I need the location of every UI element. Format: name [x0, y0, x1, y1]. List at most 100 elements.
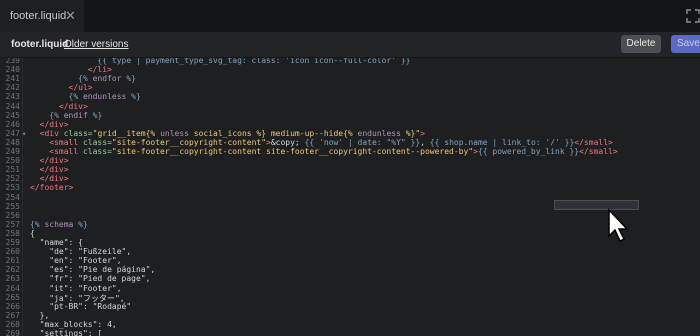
- code-line: "fr": "Pied de page",: [30, 274, 150, 283]
- code-token: class=: [63, 128, 93, 138]
- line-number: 260: [5, 247, 20, 257]
- line-number: 250: [5, 156, 20, 166]
- code-line: </footer>: [30, 183, 73, 192]
- tab-label: footer.liquid: [10, 10, 67, 22]
- line-number: 249: [5, 147, 20, 156]
- code-token: </small>: [579, 147, 618, 156]
- code-token: >: [420, 128, 425, 138]
- line-number: 244: [5, 101, 20, 111]
- code-token: </div>: [30, 156, 69, 166]
- code-token: "es": "Pie de página",: [30, 265, 156, 275]
- code-token: "it": "Footer",: [30, 283, 122, 293]
- code-line: </div>: [30, 156, 69, 165]
- code-line: "name": {: [30, 238, 83, 247]
- line-number: 248: [5, 137, 20, 147]
- code-token: {%: [30, 92, 83, 102]
- line-number: 259: [5, 238, 20, 247]
- code-token: %}: [87, 110, 103, 120]
- code-line: </div>: [30, 102, 88, 111]
- line-number: 255: [5, 201, 20, 211]
- line-number: 268: [5, 319, 20, 329]
- save-button[interactable]: Save: [671, 35, 700, 53]
- code-token: "fr": "Pied de page",: [30, 274, 151, 284]
- code-token: <div: [30, 128, 64, 138]
- code-token: </div>: [30, 101, 88, 111]
- editor-header: footer.liquid Older versions Delete Save: [0, 32, 700, 58]
- code-token: endfor: [92, 74, 122, 84]
- code-token: "en": "Footer",: [30, 256, 122, 266]
- code-token: %}: [121, 74, 136, 84]
- code-line: {% endfor %}: [30, 74, 136, 83]
- code-line: <small class="site-footer__copyright-con…: [30, 138, 613, 147]
- code-line: </div>: [30, 120, 69, 129]
- expand-icon[interactable]: [686, 9, 700, 23]
- code-token: "site-footer__copyright-content": [111, 137, 267, 147]
- code-token: {%: [30, 110, 64, 120]
- line-number: 251: [5, 165, 20, 175]
- code-token: unless: [160, 128, 189, 138]
- line-number: 261: [5, 256, 20, 266]
- line-number: 262: [5, 265, 20, 275]
- code-line: {{ type | payment_type_svg_tag: class: '…: [30, 58, 410, 65]
- code-token: </ul>: [30, 83, 93, 93]
- code-line: "es": "Pie de página",: [30, 265, 155, 274]
- code-token: "settings": [: [30, 329, 103, 336]
- code-token: {{ 'now' | date: "%Y" }}: [304, 137, 421, 147]
- code-token: "de": "Fußzeile",: [30, 247, 132, 257]
- code-line: {% endif %}: [30, 111, 102, 120]
- line-number: 256: [5, 210, 20, 220]
- code-line: <div class="grid__item{% unless social_i…: [30, 129, 425, 138]
- line-number: 254: [5, 192, 20, 202]
- line-number: 245: [5, 110, 20, 120]
- file-title: footer.liquid: [11, 39, 69, 50]
- line-number: 267: [5, 310, 20, 320]
- line-number: 243: [5, 92, 20, 102]
- code-token: </div>: [30, 174, 69, 184]
- line-number: 269: [5, 329, 20, 336]
- code-token: <small: [30, 137, 83, 147]
- line-number: 266: [5, 301, 20, 311]
- code-token: {%: [30, 219, 45, 229]
- code-line: "max_blocks": 4,: [30, 320, 117, 329]
- code-token: </div>: [30, 119, 69, 129]
- line-number: 257: [5, 219, 20, 229]
- code-token: "site-footer__copyright-content site-foo…: [111, 147, 474, 156]
- code-token: </footer>: [30, 183, 74, 193]
- code-token: %}: [126, 92, 141, 102]
- code-token: schema: [44, 219, 74, 229]
- code-editor[interactable]: 239 {{ type | payment_type_svg_tag: clas…: [0, 58, 700, 336]
- line-number: 253: [5, 183, 20, 193]
- fold-toggle-icon[interactable]: ▾: [22, 130, 26, 138]
- tab-footer-liquid[interactable]: footer.liquid ✕: [0, 0, 84, 32]
- mouse-pointer-icon: [608, 208, 629, 243]
- older-versions-link[interactable]: Older versions: [64, 39, 128, 50]
- code-token: class=: [82, 137, 112, 147]
- code-token: </small>: [574, 137, 613, 147]
- code-token: },: [30, 310, 50, 320]
- code-token: &copy;: [270, 137, 305, 147]
- code-line: <small class="site-footer__copyright-con…: [30, 147, 618, 156]
- code-token: "name": {: [30, 238, 83, 247]
- code-token: {{ powered_by_link }}: [477, 147, 580, 156]
- code-line: </li>: [30, 65, 112, 74]
- line-number: 240: [5, 65, 20, 75]
- code-token: {{ shop.name | link_to: '/' }}: [429, 137, 575, 147]
- code-line: "en": "Footer",: [30, 256, 122, 266]
- code-token: class=: [82, 147, 112, 156]
- code-token: {: [30, 228, 35, 238]
- line-number: 258: [5, 228, 20, 238]
- code-token: %}": [400, 128, 421, 138]
- line-number: 247: [5, 128, 20, 138]
- code-token: endunless: [357, 128, 401, 138]
- code-line: </div>: [30, 174, 69, 183]
- code-line: </div>: [30, 165, 69, 174]
- code-token: </div>: [30, 165, 69, 175]
- code-token: social_icons %} medium-up--hide{%: [188, 128, 358, 138]
- delete-button[interactable]: Delete: [621, 35, 661, 53]
- close-icon[interactable]: ✕: [65, 8, 76, 24]
- code-token: </li>: [30, 65, 112, 75]
- tab-bar: footer.liquid ✕: [0, 0, 700, 32]
- code-line: },: [30, 310, 50, 320]
- line-number: 239: [5, 58, 20, 65]
- code-token: ,: [420, 137, 430, 147]
